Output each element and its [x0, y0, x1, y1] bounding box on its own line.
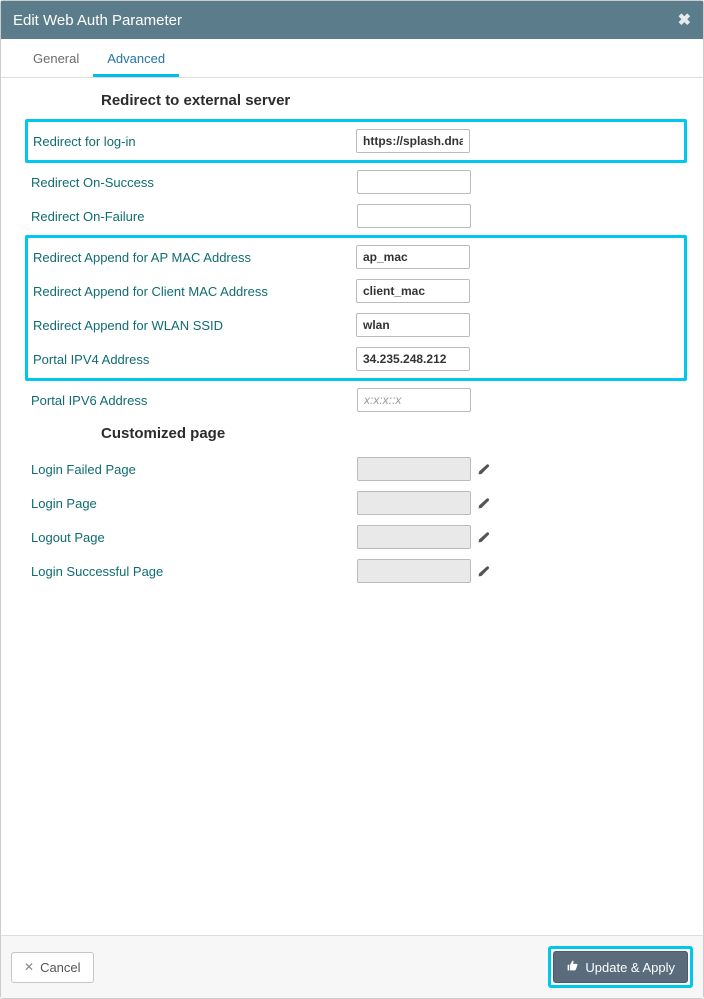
label-login-page: Login Page: [31, 496, 357, 511]
input-portal-ipv4[interactable]: [356, 347, 470, 371]
highlight-apply: Update & Apply: [548, 946, 693, 988]
modal-header: Edit Web Auth Parameter ✖: [1, 1, 703, 39]
row-append-ap-mac: Redirect Append for AP MAC Address: [30, 240, 682, 274]
row-append-client-mac: Redirect Append for Client MAC Address: [30, 274, 682, 308]
modal-footer: ✕ Cancel Update & Apply: [1, 935, 703, 998]
input-portal-ipv6[interactable]: [357, 388, 471, 412]
input-logout-page: [357, 525, 471, 549]
label-logout-page: Logout Page: [31, 530, 357, 545]
apply-label: Update & Apply: [585, 960, 675, 975]
row-redirect-login: Redirect for log-in: [30, 124, 682, 158]
row-portal-ipv6: Portal IPV6 Address: [31, 383, 681, 417]
row-logout-page: Logout Page: [31, 520, 681, 554]
label-login-success-page: Login Successful Page: [31, 564, 357, 579]
input-redirect-success[interactable]: [357, 170, 471, 194]
row-login-page: Login Page: [31, 486, 681, 520]
input-append-ap-mac[interactable]: [356, 245, 470, 269]
label-login-failed-page: Login Failed Page: [31, 462, 357, 477]
label-portal-ipv6: Portal IPV6 Address: [31, 393, 357, 408]
input-redirect-login[interactable]: [356, 129, 470, 153]
input-login-success-page: [357, 559, 471, 583]
row-redirect-success: Redirect On-Success: [31, 165, 681, 199]
row-redirect-failure: Redirect On-Failure: [31, 199, 681, 233]
section-redirect-title: Redirect to external server: [101, 92, 681, 109]
modal-title: Edit Web Auth Parameter: [13, 12, 182, 29]
label-append-ap-mac: Redirect Append for AP MAC Address: [33, 250, 356, 265]
input-append-client-mac[interactable]: [356, 279, 470, 303]
edit-icon-login-failed[interactable]: [477, 463, 490, 476]
label-append-wlan-ssid: Redirect Append for WLAN SSID: [33, 318, 356, 333]
input-login-page: [357, 491, 471, 515]
input-redirect-failure[interactable]: [357, 204, 471, 228]
tab-advanced[interactable]: Advanced: [93, 41, 179, 77]
highlight-append-group: Redirect Append for AP MAC Address Redir…: [25, 235, 687, 381]
cancel-button[interactable]: ✕ Cancel: [11, 952, 94, 983]
input-login-failed-page: [357, 457, 471, 481]
row-login-failed-page: Login Failed Page: [31, 452, 681, 486]
cancel-label: Cancel: [40, 960, 80, 975]
cancel-x-icon: ✕: [24, 960, 34, 974]
input-append-wlan-ssid[interactable]: [356, 313, 470, 337]
tab-bar: General Advanced: [1, 41, 703, 78]
label-append-client-mac: Redirect Append for Client MAC Address: [33, 284, 356, 299]
label-redirect-login: Redirect for log-in: [33, 134, 356, 149]
row-portal-ipv4: Portal IPV4 Address: [30, 342, 682, 376]
edit-icon-login-page[interactable]: [477, 497, 490, 510]
row-login-success-page: Login Successful Page: [31, 554, 681, 588]
row-append-wlan-ssid: Redirect Append for WLAN SSID: [30, 308, 682, 342]
thumbs-up-icon: [566, 959, 579, 975]
section-customized-title: Customized page: [101, 425, 681, 442]
modal-body: Redirect to external server Redirect for…: [1, 78, 703, 935]
tab-general[interactable]: General: [19, 41, 93, 77]
label-redirect-failure: Redirect On-Failure: [31, 209, 357, 224]
update-apply-button[interactable]: Update & Apply: [553, 951, 688, 983]
label-portal-ipv4: Portal IPV4 Address: [33, 352, 356, 367]
close-icon[interactable]: ✖: [678, 10, 691, 30]
label-redirect-success: Redirect On-Success: [31, 175, 357, 190]
edit-icon-login-success[interactable]: [477, 565, 490, 578]
highlight-redirect-login: Redirect for log-in: [25, 119, 687, 163]
edit-icon-logout-page[interactable]: [477, 531, 490, 544]
